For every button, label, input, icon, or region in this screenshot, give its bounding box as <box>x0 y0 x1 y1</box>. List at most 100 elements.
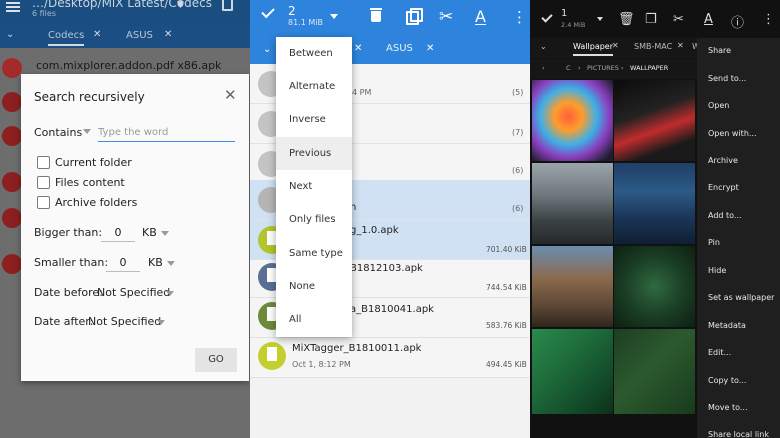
item-size: 744.54 KiB <box>486 283 527 292</box>
item-name: MiXTagger_B1810011.apk <box>292 343 422 354</box>
close-icon[interactable]: ✕ <box>354 43 362 54</box>
more-icon[interactable]: ⋮ <box>762 12 775 27</box>
chevron-down-icon[interactable]: ▼ <box>177 0 184 10</box>
copy-icon[interactable]: ❐ <box>645 12 657 27</box>
item-date: Oct 1, 8:12 PM <box>292 360 351 369</box>
breadcrumb-item[interactable]: C <box>566 64 571 72</box>
check-icon[interactable] <box>261 4 275 19</box>
menu-item-same-type[interactable]: Same type <box>276 237 352 270</box>
trash-icon[interactable] <box>370 8 383 22</box>
chevron-down-icon[interactable]: ⌄ <box>6 29 14 40</box>
menu-item-between[interactable]: Between <box>276 37 352 70</box>
breadcrumb-item[interactable]: WALLPAPER <box>630 64 668 72</box>
checkbox-files-content[interactable] <box>37 176 50 189</box>
chevron-down-icon[interactable] <box>166 291 174 296</box>
menu-item-alternate[interactable]: Alternate <box>276 70 352 103</box>
more-icon[interactable]: ⋮ <box>512 8 527 26</box>
copy-icon[interactable] <box>406 8 423 25</box>
menu-item-previous[interactable]: Previous <box>276 137 352 170</box>
bigger-input[interactable]: 0 <box>101 226 135 242</box>
menu-item-encrypt[interactable]: Encrypt <box>708 183 739 192</box>
menu-item-set-wallpaper[interactable]: Set as wallpaper <box>708 293 774 302</box>
image-thumbnail[interactable] <box>614 329 695 414</box>
menu-icon[interactable] <box>6 0 22 14</box>
close-icon[interactable]: ✕ <box>93 29 101 40</box>
file-count: 6 files <box>32 9 56 18</box>
menu-item-metadata[interactable]: Metadata <box>708 321 746 330</box>
date-before-label: Date before: <box>34 286 103 299</box>
image-thumbnail[interactable] <box>532 163 613 244</box>
menu-item-move-to[interactable]: Move to... <box>708 403 748 412</box>
checkbox-current-folder[interactable] <box>37 156 50 169</box>
trash-icon[interactable]: 🗑 <box>618 12 635 27</box>
search-input[interactable] <box>98 123 235 142</box>
menu-item-open[interactable]: Open <box>708 101 729 110</box>
list-item[interactable]: com.mixplorer.addon.pdf x86.apk <box>36 59 221 72</box>
chevron-down-icon[interactable]: ⌄ <box>540 42 547 51</box>
image-thumbnail[interactable] <box>614 246 695 327</box>
match-mode-select[interactable]: Contains <box>34 126 82 139</box>
tab-codecs[interactable]: Codecs <box>48 30 85 46</box>
menu-item-none[interactable]: None <box>276 270 352 303</box>
tab-asus[interactable]: ASUS <box>126 30 153 41</box>
breadcrumb-back-icon[interactable]: ‹ <box>542 64 545 72</box>
dialog-title: Search recursively <box>34 90 145 104</box>
tab-asus[interactable]: ASUS <box>386 43 413 54</box>
chevron-down-icon[interactable] <box>167 261 175 266</box>
menu-item-pin[interactable]: Pin <box>708 238 720 247</box>
close-icon[interactable]: ✕ <box>164 29 172 40</box>
font-icon[interactable]: A <box>475 8 486 26</box>
chevron-down-icon[interactable] <box>330 14 338 19</box>
smaller-input[interactable]: 0 <box>106 256 140 272</box>
menu-item-copy-to[interactable]: Copy to... <box>708 376 746 385</box>
go-button[interactable]: GO <box>195 348 237 372</box>
menu-item-open-with[interactable]: Open with... <box>708 129 757 138</box>
menu-item-hide[interactable]: Hide <box>708 266 726 275</box>
tab-wallpaper[interactable]: Wallpaper <box>573 42 614 56</box>
image-thumbnail[interactable] <box>532 80 613 161</box>
font-icon[interactable]: A <box>704 12 713 27</box>
menu-item-edit[interactable]: Edit... <box>708 348 731 357</box>
close-icon[interactable]: ✕ <box>224 86 237 104</box>
menu-item-only-files[interactable]: Only files <box>276 203 352 236</box>
cut-icon[interactable]: ✂ <box>439 8 453 26</box>
close-icon[interactable]: ✕ <box>677 41 684 50</box>
close-icon[interactable]: ✕ <box>426 43 434 54</box>
menu-item-archive[interactable]: Archive <box>708 156 738 165</box>
menu-item-next[interactable]: Next <box>276 170 352 203</box>
selection-count: 2 <box>288 4 296 18</box>
menu-item-send-to[interactable]: Send to... <box>708 74 746 83</box>
check-icon[interactable] <box>541 11 553 23</box>
menu-item-share-local-link[interactable]: Share local link <box>708 430 769 438</box>
chevron-down-icon[interactable] <box>83 129 91 134</box>
image-thumbnail[interactable] <box>614 163 695 244</box>
menu-item-inverse[interactable]: Inverse <box>276 103 352 136</box>
menu-item-add-to[interactable]: Add to... <box>708 211 742 220</box>
image-thumbnail[interactable] <box>614 80 695 161</box>
date-before-select[interactable]: Not Specified <box>97 286 170 299</box>
document-icon[interactable] <box>222 0 233 11</box>
selection-count: 1 <box>561 8 568 19</box>
close-icon[interactable]: ✕ <box>612 41 619 50</box>
date-after-select[interactable]: Not Specified <box>88 315 161 328</box>
menu-item-share[interactable]: Share <box>708 46 731 55</box>
chevron-down-icon[interactable] <box>161 231 169 236</box>
item-size: 701.40 KiB <box>486 245 527 254</box>
checkbox-archive-folders[interactable] <box>37 196 50 209</box>
breadcrumb-item[interactable]: PICTURES <box>587 64 619 72</box>
checkbox-label: Archive folders <box>55 196 138 209</box>
info-icon[interactable]: ⓘ <box>731 12 744 31</box>
smaller-unit-select[interactable]: KB <box>148 256 163 269</box>
tab-smb-mac[interactable]: SMB-MAC <box>634 42 672 51</box>
menu-item-all[interactable]: All <box>276 303 352 336</box>
list-item[interactable]: MiXTagger_B1810011.apk Oct 1, 8:12 PM 49… <box>250 338 530 378</box>
chevron-down-icon[interactable]: ⌄ <box>263 44 271 55</box>
context-menu: Share Send to... Open Open with... Archi… <box>697 38 780 438</box>
chevron-down-icon[interactable] <box>597 17 603 21</box>
chevron-down-icon[interactable] <box>157 320 165 325</box>
bigger-unit-select[interactable]: KB <box>142 226 157 239</box>
image-thumbnail[interactable] <box>532 246 613 327</box>
cut-icon[interactable]: ✂ <box>673 12 684 27</box>
image-thumbnail[interactable] <box>532 329 613 414</box>
selection-size: 81.1 MiB <box>288 18 323 27</box>
